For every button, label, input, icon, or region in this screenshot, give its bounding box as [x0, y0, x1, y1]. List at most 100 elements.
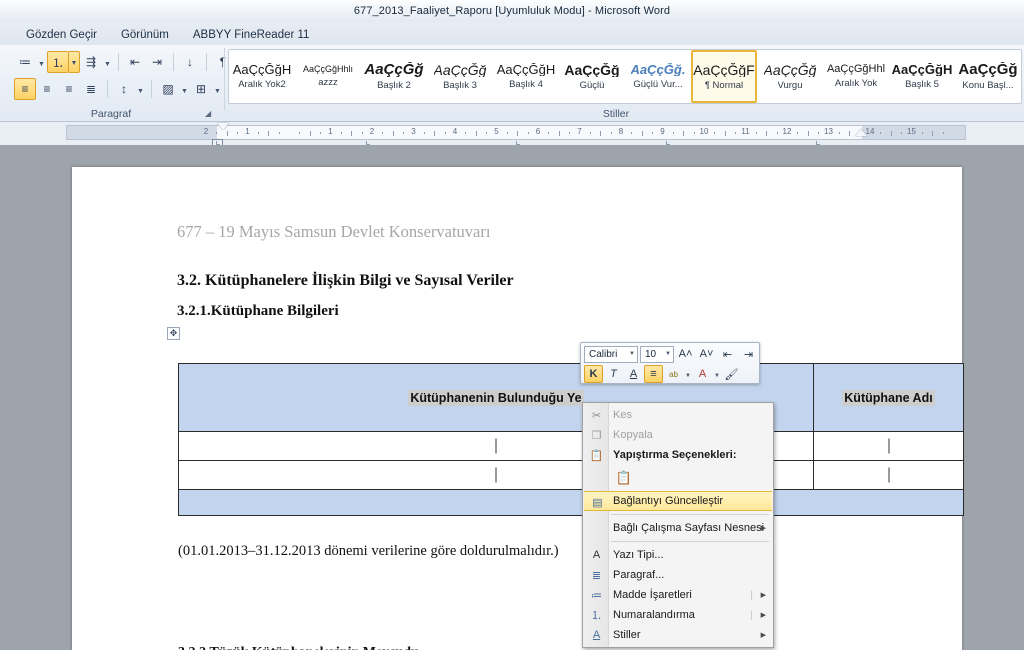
library-info-table[interactable]: Kütüphanenin Bulunduğu Ye Kütüphane Adı: [178, 363, 964, 516]
align-right-button[interactable]: ≡: [58, 78, 80, 100]
font-size-combo[interactable]: 10 ▼: [640, 345, 674, 363]
chevron-down-icon[interactable]: ▼: [69, 51, 80, 73]
style-preview: AaÇçĞğHhl: [826, 64, 886, 75]
ruler-tick: [797, 132, 799, 134]
context-menu-item-8[interactable]: ≔ Madde İşaretleri | ▶: [583, 585, 773, 605]
underline-button[interactable]: A: [624, 365, 643, 383]
ruler-number: 6: [535, 127, 541, 136]
style-item-ba-l-k-3[interactable]: AaÇçĞğ Başlık 3: [427, 50, 493, 103]
ruler-tick: [486, 132, 488, 134]
chevron-down-icon[interactable]: ▼: [684, 365, 692, 383]
table-selection-band[interactable]: [178, 489, 964, 516]
horizontal-ruler[interactable]: 2 1 1 2 3 4 5 6 7 8 9 10 11 12 13 14 15: [66, 125, 966, 140]
ruler-tick: [226, 131, 228, 136]
table-cell[interactable]: [813, 460, 964, 490]
context-menu-item-label: Yazı Tipi...: [613, 549, 664, 561]
table-row[interactable]: [178, 431, 964, 461]
style-item-g-l[interactable]: AaÇçĞğ Güçlü: [559, 50, 625, 103]
ruler-tick: [672, 132, 674, 134]
table-move-handle-icon[interactable]: ✥: [167, 327, 180, 340]
increase-indent-button[interactable]: ⇥: [146, 51, 168, 73]
borders-button[interactable]: ⊞: [190, 78, 212, 100]
ruler-tick: [755, 132, 757, 134]
table-row[interactable]: [178, 460, 964, 490]
paste-keep-formatting-button[interactable]: 📋: [613, 467, 635, 489]
ribbon-tab-2[interactable]: Görünüm: [109, 26, 181, 45]
font-color-button[interactable]: A: [693, 365, 712, 383]
context-menu-item-10[interactable]: A Stiller ▶: [583, 625, 773, 645]
context-menu-item-9[interactable]: ⒈ Numaralandırma | ▶: [583, 605, 773, 625]
context-menu[interactable]: ✂ Kes ❐ Kopyala 📋 Yapıştırma Seçenekleri: 📋 ▤ Ba…: [582, 402, 774, 648]
sort-button[interactable]: ↓: [179, 51, 201, 73]
document-page[interactable]: 677 – 19 Mayıs Samsun Devlet Konservatuv…: [72, 167, 964, 650]
context-menu-item-5[interactable]: Bağlı Çalışma Sayfası Nesnesi ▶: [583, 518, 773, 538]
style-preview: AaÇçĞğ.: [630, 63, 686, 76]
highlight-button[interactable]: ab: [664, 365, 683, 383]
chevron-down-icon[interactable]: ▼: [713, 365, 721, 383]
ribbon-tab-3[interactable]: ABBYY FineReader 11: [181, 26, 322, 45]
italic-button[interactable]: T: [604, 365, 623, 383]
paste-icon: 📋: [589, 449, 604, 462]
floating-mini-toolbar[interactable]: Calibri ▼ 10 ▼ A˄ A˅ ⇤ ⇥ K T A ≡ ab ▼ A ▼ 🖌: [580, 342, 760, 384]
format-painter-button[interactable]: 🖌: [722, 365, 741, 383]
style-label: Vurgu: [777, 79, 803, 91]
font-name-combo[interactable]: Calibri ▼: [584, 345, 638, 363]
decrease-indent-button[interactable]: ⇤: [124, 51, 146, 73]
table-cell[interactable]: [813, 431, 964, 461]
bullets-button[interactable]: ≔: [14, 51, 36, 73]
text-caret: [887, 438, 890, 454]
line-spacing-button[interactable]: ↕: [113, 78, 135, 100]
paste-options-row: 📋: [583, 465, 773, 491]
style-label: Başlık 3: [443, 79, 477, 91]
style-item-aral-k-yok2[interactable]: AaÇçĞğH Aralık Yok2: [229, 50, 295, 103]
table-header-cell[interactable]: Kütüphane Adı: [813, 363, 964, 432]
chevron-down-icon[interactable]: ▼: [135, 78, 146, 100]
chevron-down-icon[interactable]: ▼: [102, 51, 113, 73]
style-item-konu-ba-l[interactable]: AaÇçĞğ Konu Başl...: [955, 50, 1021, 103]
style-item-normal[interactable]: AaÇçĞğF ¶ Normal: [691, 50, 757, 103]
chevron-down-icon[interactable]: ▼: [36, 51, 47, 73]
paragraph-dialog-launcher-icon[interactable]: ◢: [205, 109, 216, 120]
context-menu-item-4[interactable]: ▤ Bağlantıyı Güncelleştir: [584, 491, 772, 511]
style-item-ba-l-k-2[interactable]: AaÇçĞğ Başlık 2: [361, 50, 427, 103]
table-selected-row[interactable]: [178, 489, 964, 516]
ruler-tick: [735, 132, 737, 134]
style-item-aral-k-yok[interactable]: AaÇçĞğHhl Aralık Yok: [823, 50, 889, 103]
ruler-tick: [641, 131, 643, 136]
align-left-button[interactable]: ≡: [14, 78, 36, 100]
paragraph-row-2: ≡ ≡ ≡ ≣ ↕ ▼ ▨ ▼ ⊞ ▼: [14, 78, 223, 100]
shrink-font-button[interactable]: A˅: [697, 345, 716, 363]
align-button[interactable]: ≡: [644, 365, 663, 383]
context-menu-item-label: Yapıştırma Seçenekleri:: [613, 449, 737, 461]
styles-gallery[interactable]: AaÇçĞğH Aralık Yok2 AaÇçĞğHhlı azzz AaÇçĞğ Ba…: [228, 49, 1022, 104]
chevron-down-icon[interactable]: ▼: [212, 78, 223, 100]
align-center-button[interactable]: ≡: [36, 78, 58, 100]
style-item-vurgu[interactable]: AaÇçĞğ Vurgu: [757, 50, 823, 103]
style-item-azzz[interactable]: AaÇçĞğHhlı azzz: [295, 50, 361, 103]
right-indent-marker[interactable]: [855, 129, 867, 136]
shading-button[interactable]: ▨: [157, 78, 179, 100]
ruler-number: 12: [782, 127, 792, 136]
style-item-g-l-vur[interactable]: AaÇçĞğ. Güçlü Vur...: [625, 50, 691, 103]
style-item-ba-l-k-4[interactable]: AaÇçĞğH Başlık 4: [493, 50, 559, 103]
style-item-ba-l-k-5[interactable]: AaÇçĞğH Başlık 5: [889, 50, 955, 103]
chevron-down-icon[interactable]: ▼: [179, 78, 190, 100]
context-menu-item-6[interactable]: A Yazı Tipi...: [583, 545, 773, 565]
context-menu-item-3[interactable]: 📋 Yapıştırma Seçenekleri:: [583, 445, 773, 465]
menu-separator-pipe: |: [750, 589, 753, 601]
context-menu-item-7[interactable]: ≣ Paragraf...: [583, 565, 773, 585]
decrease-indent-button[interactable]: ⇤: [718, 345, 737, 363]
ribbon-tab-1[interactable]: Gözden Geçir: [14, 26, 109, 45]
table-note-text: (01.01.2013–31.12.2013 dönemi verilerine…: [178, 543, 559, 559]
justify-button[interactable]: ≣: [80, 78, 102, 100]
first-line-indent-marker[interactable]: [217, 123, 229, 130]
style-label: Aralık Yok2: [238, 79, 286, 90]
submenu-arrow-icon: ▶: [760, 612, 766, 619]
multilevel-list-button[interactable]: ⇶: [80, 51, 102, 73]
bold-button[interactable]: K: [584, 365, 603, 383]
text-caret: [495, 467, 497, 483]
ruler-tick: [475, 131, 477, 136]
numbering-button[interactable]: ⒈: [47, 51, 69, 73]
grow-font-button[interactable]: A˄: [676, 345, 695, 363]
increase-indent-button[interactable]: ⇥: [739, 345, 758, 363]
